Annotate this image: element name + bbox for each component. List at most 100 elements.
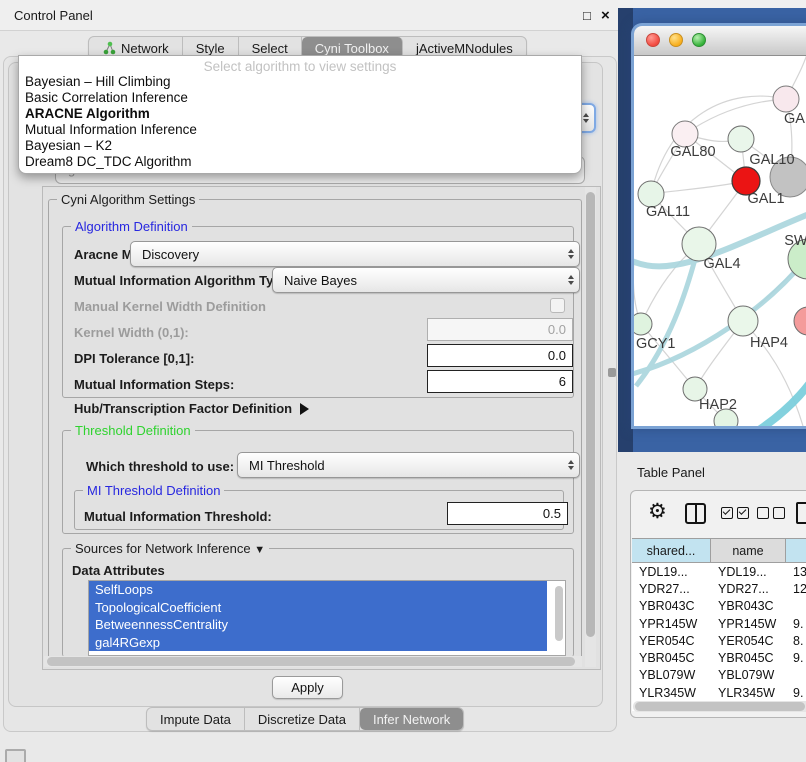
column-header-partial[interactable] [786,539,806,562]
dpi-tolerance-field[interactable]: 0.0 [427,344,573,367]
node-gal10[interactable] [728,126,754,152]
hub-definition-toggle[interactable]: Hub/Transcription Factor Definition [74,401,309,416]
table-horizontal-scrollbar-thumb[interactable] [635,702,805,711]
mi-steps-field[interactable]: 6 [427,370,573,393]
settings-horizontal-scrollbar[interactable] [44,656,582,667]
cell[interactable]: 12 [786,582,806,596]
aracne-mode-select[interactable]: Discovery [130,241,580,267]
float-icon[interactable]: □ [583,8,591,23]
column-header-name[interactable]: name [711,539,786,562]
settings-horizontal-scrollbar-thumb[interactable] [47,657,575,666]
cell[interactable]: YDR27... [711,582,786,596]
table-row[interactable]: YDL19... YDL19... 13 [632,563,806,580]
network-icon [102,41,116,55]
cell[interactable]: YBL079W [632,668,711,682]
cell[interactable]: YBR045C [632,651,711,665]
node-gcy1[interactable] [634,313,652,335]
table-row[interactable]: YLR345W YLR345W 9. [632,684,806,701]
popup-item-mutual-information[interactable]: Mutual Information Inference [25,122,575,138]
columns-icon[interactable] [685,503,706,524]
popup-item-basic-correlation[interactable]: Basic Correlation Inference [25,90,575,106]
popup-item-dream8[interactable]: Dream8 DC_TDC Algorithm [25,154,575,170]
zoom-traffic-light-icon[interactable] [692,33,706,47]
table-row[interactable]: YER054C YER054C 8. [632,632,806,649]
gear-icon[interactable]: ⚙ [648,499,667,524]
cell[interactable]: YDL19... [632,565,711,579]
node-y-partial[interactable] [794,307,806,335]
combo-arrows-icon [583,113,589,123]
tab-impute-data-label: Impute Data [160,712,231,727]
cell[interactable]: YDR27... [632,582,711,596]
table-panel-box: ⚙ shared... name YDL19... YDL19... 13 [630,490,806,718]
network-window-titlebar[interactable] [634,26,806,56]
select-all-columns-icon[interactable] [721,507,749,519]
node-label-gal-top: GAL [784,111,806,127]
mi-algorithm-type-select[interactable]: Naive Bayes [272,267,580,293]
settings-vertical-scrollbar[interactable] [585,187,596,667]
mi-steps-label: Mutual Information Steps: [74,377,234,392]
cell[interactable]: YPR145W [711,617,786,631]
screen: Control Panel □ × Network Style Select C… [0,0,806,762]
node-label-gal80: GAL80 [670,144,715,160]
table-horizontal-scrollbar[interactable] [633,701,806,712]
node-label-hap4: HAP4 [750,335,788,351]
node-label-hap2: HAP2 [699,397,737,413]
mi-algorithm-type-label: Mutual Information Algorithm Type: [74,273,293,288]
list-item-gal4rgexp[interactable]: gal4RGexp [89,634,547,652]
column-header-shared-name[interactable]: shared... [632,539,711,562]
network-canvas[interactable]: GAL GAL80 GAL10 GAL1 GAL11 SWI4 GAL4 GCY… [634,56,806,426]
close-traffic-light-icon[interactable] [646,33,660,47]
tab-infer-network[interactable]: Infer Network [360,708,463,730]
cell[interactable]: YER054C [632,634,711,648]
combo-arrows-icon [568,460,574,470]
mi-threshold-field[interactable]: 0.5 [447,502,568,525]
data-attributes-label: Data Attributes [72,563,165,578]
table-row[interactable]: YPR145W YPR145W 9. [632,615,806,632]
popup-item-bayesian-hill-climbing[interactable]: Bayesian – Hill Climbing [25,74,575,90]
settings-vertical-scrollbar-thumb[interactable] [586,192,595,637]
cell[interactable]: YPR145W [632,617,711,631]
node-gal-top[interactable] [773,86,799,112]
cell[interactable]: YBR043C [711,599,786,613]
cell[interactable]: YDL19... [711,565,786,579]
kernel-width-value: 0.0 [548,322,566,337]
tab-impute-data[interactable]: Impute Data [147,708,245,730]
which-threshold-select[interactable]: MI Threshold [237,452,580,478]
tab-discretize-data[interactable]: Discretize Data [245,708,360,730]
apply-button[interactable]: Apply [272,676,343,699]
table-row[interactable]: YBR045C YBR045C 9. [632,649,806,666]
cell[interactable]: YLR345W [711,686,786,700]
table-row[interactable]: YBL079W YBL079W [632,667,806,684]
cell[interactable]: YLR345W [632,686,711,700]
export-table-icon[interactable] [796,502,806,524]
data-attributes-list[interactable]: SelfLoops TopologicalCoefficient Between… [88,580,566,656]
table-row[interactable]: YDR27... YDR27... 12 [632,580,806,597]
cell[interactable]: 9. [786,651,806,665]
node-table: shared... name YDL19... YDL19... 13 YDR2… [632,538,806,711]
dpi-tolerance-label: DPI Tolerance [0,1]: [74,351,194,366]
apply-button-label: Apply [291,680,324,695]
table-row[interactable]: YBR043C YBR043C [632,598,806,615]
cell[interactable]: 9. [786,686,806,700]
list-vertical-scrollbar[interactable] [555,586,563,641]
split-pane-divider-handle[interactable] [608,368,616,377]
sources-title-toggle[interactable]: Sources for Network Inference ▼ [71,541,269,556]
popup-item-aracne[interactable]: ARACNE Algorithm [25,106,575,122]
cell[interactable]: 8. [786,634,806,648]
cell[interactable]: YBR043C [632,599,711,613]
list-item-betweennesscentrality[interactable]: BetweennessCentrality [89,616,547,634]
cell[interactable]: 13 [786,565,806,579]
list-item-selfloops[interactable]: SelfLoops [89,581,547,599]
minimize-traffic-light-icon[interactable] [669,33,683,47]
bottom-left-partial-icon[interactable] [5,749,26,762]
cell[interactable]: YER054C [711,634,786,648]
popup-item-bayesian-k2[interactable]: Bayesian – K2 [25,138,575,154]
cell[interactable]: YBL079W [711,668,786,682]
close-icon[interactable]: × [601,7,610,24]
node-label-gal1: GAL1 [747,191,784,207]
deselect-all-columns-icon[interactable] [757,507,785,519]
cell[interactable]: 9. [786,617,806,631]
cell[interactable]: YBR045C [711,651,786,665]
node-hap4[interactable] [728,306,758,336]
list-item-topologicalcoefficient[interactable]: TopologicalCoefficient [89,599,547,617]
